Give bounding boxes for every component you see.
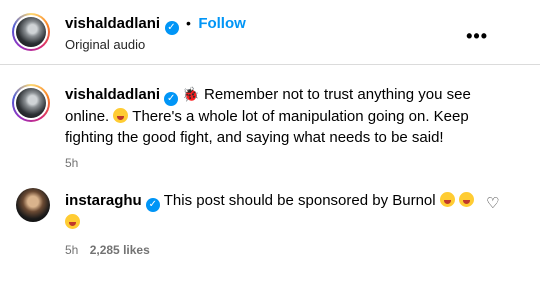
caption-timestamp[interactable]: 5h [65, 156, 505, 170]
verified-icon: ✓ [145, 198, 160, 212]
heart-icon[interactable]: ♡ [486, 194, 499, 212]
grinning-emoji-icon [439, 192, 455, 207]
comment-line-2 [65, 212, 465, 233]
caption-line-2: online. There's a whole lot of manipulat… [65, 106, 505, 127]
grinning-emoji-icon [65, 214, 80, 229]
caption-text-3: There's a whole lot of manipulation goin… [132, 108, 469, 125]
verified-icon: ✓ [164, 21, 179, 35]
author-avatar[interactable] [12, 13, 50, 51]
comment-meta: 5h 2,285 likes [65, 243, 465, 257]
follow-button[interactable]: Follow [198, 15, 246, 32]
divider [0, 64, 540, 65]
post-header: vishaldadlani ✓ • Follow Original audio … [0, 0, 540, 62]
comment-line-1: instaraghu ✓ This post should be sponsor… [65, 190, 474, 212]
caption-text-1: Remember not to trust anything you see [204, 86, 471, 103]
commenter-username[interactable]: instaraghu [65, 192, 142, 209]
commenter-avatar[interactable] [16, 188, 50, 222]
more-options-icon[interactable]: ••• [466, 26, 488, 47]
separator-dot: • [185, 15, 191, 31]
caption-text-2: online. [65, 108, 110, 125]
comment-timestamp[interactable]: 5h [65, 243, 78, 257]
comment-text: This post should be sponsored by Burnol [163, 192, 436, 209]
comment-likes[interactable]: 2,285 likes [90, 243, 150, 257]
bug-emoji-icon: 🐞 [182, 86, 200, 102]
caption-username[interactable]: vishaldadlani [65, 86, 160, 103]
verified-icon: ✓ [164, 92, 179, 106]
grinning-emoji-icon [113, 108, 129, 123]
audio-label[interactable]: Original audio [65, 37, 145, 52]
author-username[interactable]: vishaldadlani [65, 15, 160, 32]
caption-text-4: fighting the good fight, and saying what… [65, 129, 444, 146]
grinning-emoji-icon [458, 192, 474, 207]
caption-line-3: fighting the good fight, and saying what… [65, 127, 505, 148]
caption-line-1: vishaldadlani ✓ 🐞 Remember not to trust … [65, 84, 505, 106]
caption-avatar[interactable] [12, 84, 50, 122]
